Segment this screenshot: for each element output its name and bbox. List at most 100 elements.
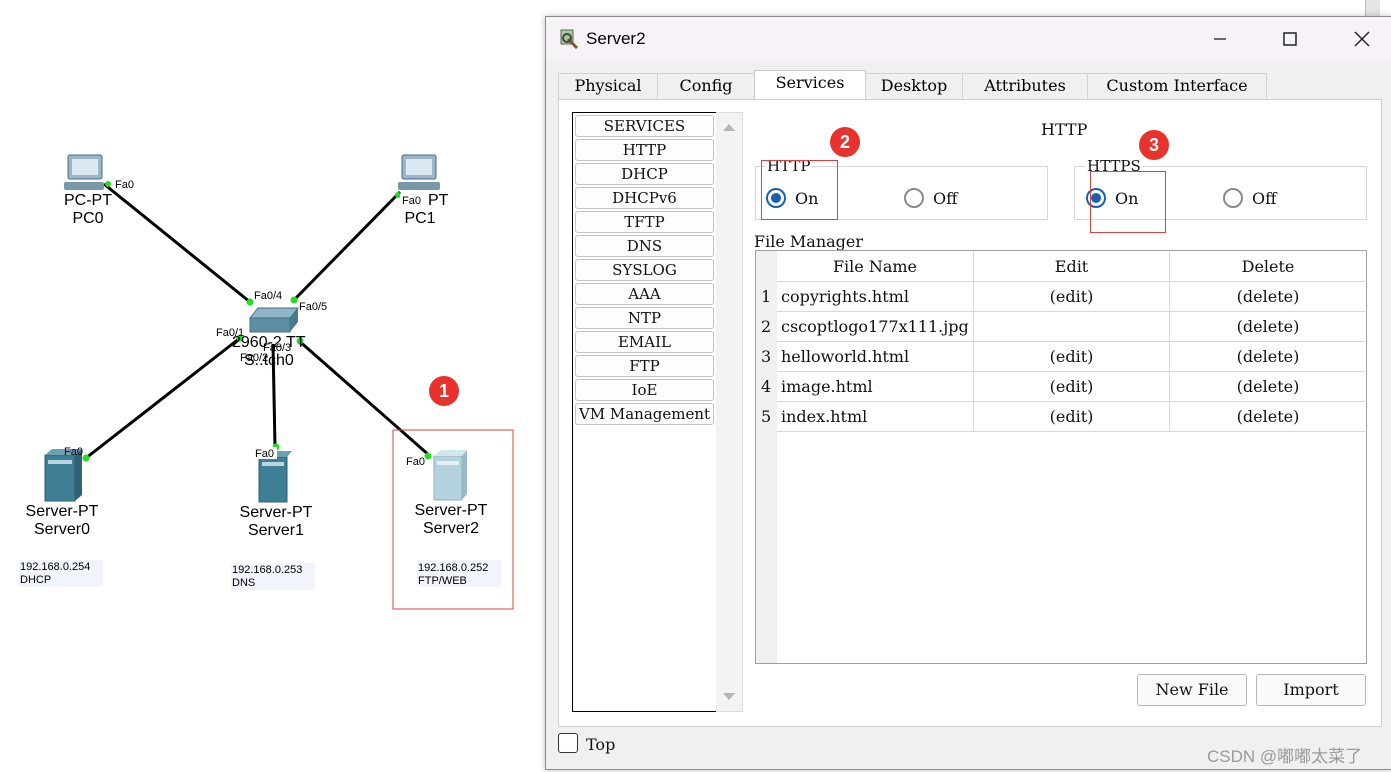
import-button[interactable]: Import xyxy=(1256,674,1366,706)
edit-link[interactable]: (edit) xyxy=(974,407,1169,426)
annotation-box-3 xyxy=(1090,171,1166,233)
file-name-cell[interactable]: helloworld.html xyxy=(781,347,909,366)
tab-config[interactable]: Config xyxy=(657,73,755,99)
background-window-edge xyxy=(1365,0,1380,16)
server2-window: Server2 Physical Config Services Desktop… xyxy=(545,16,1391,770)
pc-icon xyxy=(64,154,104,190)
service-heading: HTTP xyxy=(1041,120,1088,139)
pc0-port-label: Fa0 xyxy=(115,179,134,191)
column-header-edit[interactable]: Edit xyxy=(974,257,1169,276)
http-off-radio[interactable] xyxy=(904,188,924,208)
server2-type-label: Server-PT xyxy=(415,502,488,519)
row-number: 2 xyxy=(761,317,772,336)
scroll-down-icon[interactable] xyxy=(716,687,742,707)
scroll-up-icon[interactable] xyxy=(716,117,742,137)
server-wrench-icon xyxy=(560,29,579,49)
service-item-http[interactable]: HTTP xyxy=(575,139,714,161)
server0-ip: 192.168.0.254 xyxy=(20,561,90,573)
service-item-dns[interactable]: DNS xyxy=(575,235,714,257)
close-icon xyxy=(1354,31,1370,47)
column-header-delete[interactable]: Delete xyxy=(1170,257,1366,276)
switch-port-fa05: Fa0/5 xyxy=(299,301,327,313)
pc1-port-label: Fa0 xyxy=(402,195,421,207)
service-list-scrollbar[interactable] xyxy=(716,112,743,712)
tab-attributes[interactable]: Attributes xyxy=(962,73,1088,99)
row-number: 3 xyxy=(761,347,772,366)
service-item-aaa[interactable]: AAA xyxy=(575,283,714,305)
file-manager-table: File Name Edit Delete 1 copyrights.html … xyxy=(755,250,1367,664)
switch-port-fa04: Fa0/4 xyxy=(254,290,282,302)
service-item-services[interactable]: SERVICES xyxy=(575,115,714,137)
minimize-icon xyxy=(1214,38,1226,40)
server0-role: DHCP xyxy=(20,574,51,586)
pc0-device[interactable] xyxy=(64,154,104,190)
server0-name-label: Server0 xyxy=(34,521,90,538)
edit-link[interactable]: (edit) xyxy=(974,377,1169,396)
service-item-ioe[interactable]: IoE xyxy=(575,379,714,401)
annotation-badge-3: 3 xyxy=(1139,130,1169,160)
minimize-button[interactable] xyxy=(1200,23,1240,55)
tab-physical[interactable]: Physical xyxy=(558,73,658,99)
server2-port-label: Fa0 xyxy=(406,456,425,468)
delete-link[interactable]: (delete) xyxy=(1170,287,1366,306)
title-bar[interactable]: Server2 xyxy=(546,17,1391,61)
file-manager-label: File Manager xyxy=(754,232,864,251)
pc1-name-label: PC1 xyxy=(404,210,435,227)
service-item-vm-management[interactable]: VM Management xyxy=(575,403,714,425)
file-name-cell[interactable]: copyrights.html xyxy=(781,287,909,306)
server0-type-label: Server-PT xyxy=(26,503,99,520)
annotation-badge-2: 2 xyxy=(830,127,860,157)
service-item-dhcpv6[interactable]: DHCPv6 xyxy=(575,187,714,209)
service-item-email[interactable]: EMAIL xyxy=(575,331,714,353)
service-item-ftp[interactable]: FTP xyxy=(575,355,714,377)
delete-link[interactable]: (delete) xyxy=(1170,407,1366,426)
edit-link[interactable]: (edit) xyxy=(974,287,1169,306)
switch0-device[interactable] xyxy=(248,307,300,333)
delete-link[interactable]: (delete) xyxy=(1170,377,1366,396)
server2-device[interactable] xyxy=(433,450,467,501)
server1-role: DNS xyxy=(232,577,255,589)
http-off-label: Off xyxy=(933,189,958,208)
switch-icon xyxy=(248,307,300,333)
file-name-cell[interactable]: index.html xyxy=(781,407,867,426)
https-off-radio[interactable] xyxy=(1223,188,1243,208)
pc-icon xyxy=(398,154,440,190)
top-checkbox-label: Top xyxy=(586,735,616,754)
server1-ip: 192.168.0.253 xyxy=(232,564,302,576)
tab-services[interactable]: Services xyxy=(754,70,866,100)
link-server2-switch xyxy=(297,338,431,458)
tab-custom-interface[interactable]: Custom Interface xyxy=(1087,73,1267,99)
service-item-tftp[interactable]: TFTP xyxy=(575,211,714,233)
pc0-name-label: PC0 xyxy=(72,210,103,227)
service-item-syslog[interactable]: SYSLOG xyxy=(575,259,714,281)
service-list: SERVICES HTTP DHCP DHCPv6 TFTP DNS SYSLO… xyxy=(572,112,717,712)
delete-link[interactable]: (delete) xyxy=(1170,347,1366,366)
pc0-type-label: PC-PT xyxy=(64,192,112,209)
server1-type-label: Server-PT xyxy=(240,504,313,521)
service-item-dhcp[interactable]: DHCP xyxy=(575,163,714,185)
close-button[interactable] xyxy=(1342,23,1382,55)
link-pc0-switch xyxy=(103,182,251,304)
server1-name-label: Server1 xyxy=(248,522,304,539)
switch-name-label: S..tch0 xyxy=(244,352,294,369)
edit-link[interactable]: (edit) xyxy=(974,347,1169,366)
pc1-device[interactable] xyxy=(398,154,440,190)
service-item-ntp[interactable]: NTP xyxy=(575,307,714,329)
window-title: Server2 xyxy=(586,29,646,48)
column-header-file-name[interactable]: File Name xyxy=(777,257,973,276)
file-name-cell[interactable]: cscoptlogo177x111.jpg xyxy=(781,317,969,336)
maximize-icon xyxy=(1283,32,1297,46)
server-icon xyxy=(433,450,467,501)
file-name-cell[interactable]: image.html xyxy=(781,377,873,396)
row-number: 5 xyxy=(761,407,772,426)
maximize-button[interactable] xyxy=(1270,23,1310,55)
annotation-box-2 xyxy=(761,160,838,220)
server0-port-label: Fa0 xyxy=(64,446,83,458)
delete-link[interactable]: (delete) xyxy=(1170,317,1366,336)
row-number: 4 xyxy=(761,377,772,396)
top-checkbox[interactable] xyxy=(558,733,578,753)
new-file-button[interactable]: New File xyxy=(1137,674,1247,706)
server1-port-label: Fa0 xyxy=(255,448,274,460)
row-number: 1 xyxy=(761,287,772,306)
tab-desktop[interactable]: Desktop xyxy=(865,73,963,99)
